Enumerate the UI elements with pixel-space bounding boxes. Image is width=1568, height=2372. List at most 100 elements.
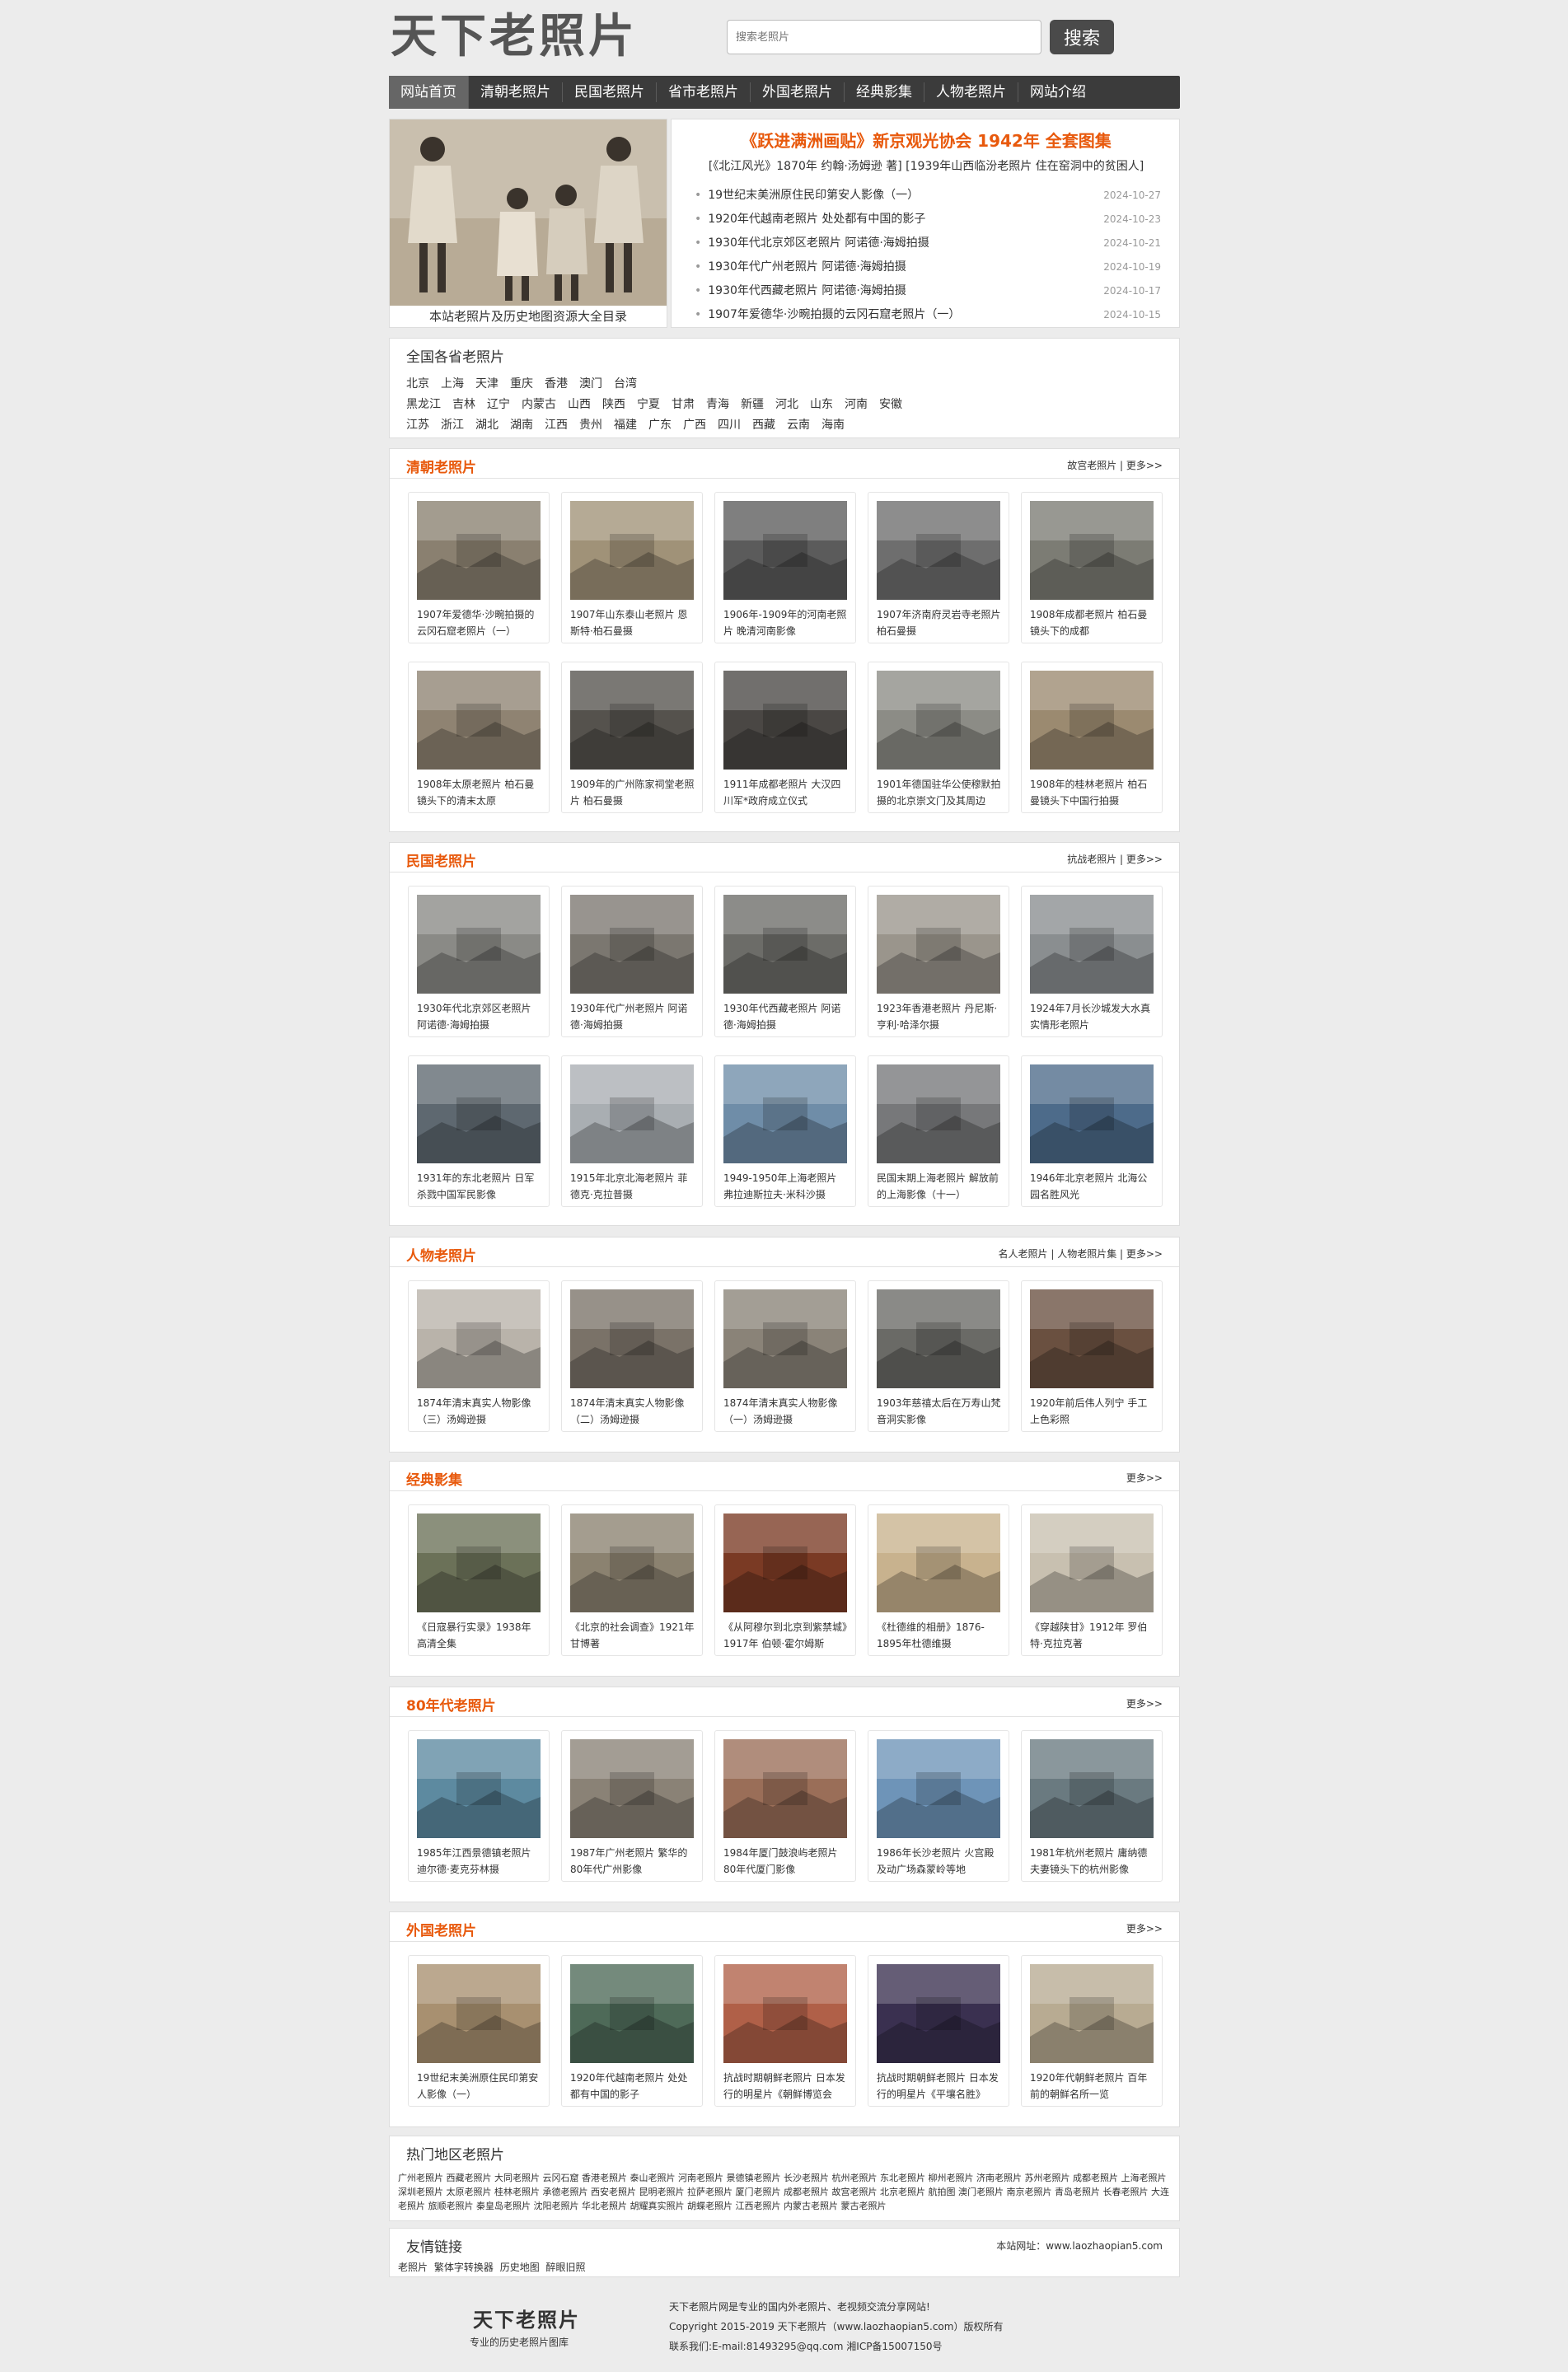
photo-card[interactable]: 1874年清末真实人物影像（一）汤姆逊摄 bbox=[714, 1280, 856, 1432]
section-title[interactable]: 人物老照片 bbox=[406, 1244, 476, 1265]
photo-caption[interactable]: 1911年成都老照片 大汉四川军*政府成立仪式 bbox=[723, 776, 849, 809]
province-link[interactable]: 河南 bbox=[845, 395, 868, 412]
province-link[interactable]: 浙江 bbox=[441, 416, 464, 433]
photo-thumbnail[interactable] bbox=[723, 671, 847, 770]
photo-card[interactable]: 抗战时期朝鲜老照片 日本发行的明星片《朝鲜博览会 bbox=[714, 1955, 856, 2107]
photo-thumbnail[interactable] bbox=[877, 1064, 1000, 1163]
province-link[interactable]: 新疆 bbox=[741, 395, 764, 412]
section-title[interactable]: 经典影集 bbox=[406, 1468, 462, 1489]
province-link[interactable]: 江苏 bbox=[406, 416, 429, 433]
photo-thumbnail[interactable] bbox=[723, 895, 847, 994]
province-link[interactable]: 台湾 bbox=[614, 375, 637, 391]
photo-thumbnail[interactable] bbox=[570, 895, 694, 994]
feature-caption[interactable]: 本站老照片及历史地图资源大全目录 bbox=[390, 306, 667, 327]
province-link[interactable]: 甘肃 bbox=[672, 395, 695, 412]
province-link[interactable]: 陕西 bbox=[602, 395, 625, 412]
news-title[interactable]: 1930年代西藏老照片 阿诺德·海姆拍摄 bbox=[695, 279, 906, 303]
photo-card[interactable]: 1920年代越南老照片 处处都有中国的影子 bbox=[561, 1955, 703, 2107]
photo-caption[interactable]: 1908年太原老照片 柏石曼镜头下的清末太原 bbox=[417, 776, 542, 809]
nav-item-minguo[interactable]: 民国老照片 bbox=[563, 82, 657, 102]
province-link[interactable]: 江西 bbox=[545, 416, 568, 433]
photo-thumbnail[interactable] bbox=[417, 671, 541, 770]
photo-card[interactable]: 1949-1950年上海老照片 弗拉迪斯拉夫·米科沙摄 bbox=[714, 1055, 856, 1207]
nav-item-province[interactable]: 省市老照片 bbox=[657, 82, 751, 102]
photo-thumbnail[interactable] bbox=[570, 1739, 694, 1838]
photo-thumbnail[interactable] bbox=[723, 1964, 847, 2063]
photo-card[interactable]: 1908年成都老照片 柏石曼镜头下的成都 bbox=[1021, 492, 1163, 643]
photo-thumbnail[interactable] bbox=[1030, 1739, 1154, 1838]
photo-card[interactable]: 1930年代广州老照片 阿诺德·海姆拍摄 bbox=[561, 886, 703, 1037]
province-link[interactable]: 香港 bbox=[545, 375, 568, 391]
province-link[interactable]: 青海 bbox=[706, 395, 729, 412]
nav-item-qing[interactable]: 清朝老照片 bbox=[469, 82, 563, 102]
photo-thumbnail[interactable] bbox=[1030, 671, 1154, 770]
photo-card[interactable]: 1874年清末真实人物影像（三）汤姆逊摄 bbox=[408, 1280, 550, 1432]
photo-caption[interactable]: 1930年代西藏老照片 阿诺德·海姆拍摄 bbox=[723, 1000, 849, 1033]
photo-card[interactable]: 1901年德国驻华公使穆默拍摄的北京崇文门及其周边 bbox=[868, 662, 1009, 813]
photo-caption[interactable]: 《从阿穆尔到北京到紫禁城》1917年 伯顿·霍尔姆斯 bbox=[723, 1619, 849, 1652]
photo-caption[interactable]: 《北京的社会调查》1921年 甘博著 bbox=[570, 1619, 695, 1652]
photo-caption[interactable]: 1923年香港老照片 丹尼斯·亨利·哈泽尔摄 bbox=[877, 1000, 1002, 1033]
photo-thumbnail[interactable] bbox=[1030, 895, 1154, 994]
photo-card[interactable]: 1924年7月长沙城发大水真实情形老照片 bbox=[1021, 886, 1163, 1037]
province-link[interactable]: 河北 bbox=[775, 395, 798, 412]
photo-thumbnail[interactable] bbox=[570, 1513, 694, 1612]
section-title[interactable]: 民国老照片 bbox=[406, 849, 476, 870]
photo-caption[interactable]: 1985年江西景德镇老照片 迪尔德·麦克芬林摄 bbox=[417, 1845, 542, 1878]
photo-card[interactable]: 民国末期上海老照片 解放前的上海影像（十一） bbox=[868, 1055, 1009, 1207]
nav-item-about[interactable]: 网站介绍 bbox=[1018, 82, 1098, 102]
photo-caption[interactable]: 1920年代朝鲜老照片 百年前的朝鲜名所一览 bbox=[1030, 2070, 1155, 2103]
photo-thumbnail[interactable] bbox=[417, 1064, 541, 1163]
news-headline[interactable]: 《跃进满洲画贴》新京观光协会 1942年 全套图集 bbox=[672, 128, 1181, 152]
photo-card[interactable]: 抗战时期朝鲜老照片 日本发行的明星片《平壤名胜》 bbox=[868, 1955, 1009, 2107]
province-link[interactable]: 内蒙古 bbox=[522, 395, 556, 412]
photo-caption[interactable]: 1901年德国驻华公使穆默拍摄的北京崇文门及其周边 bbox=[877, 776, 1002, 809]
photo-thumbnail[interactable] bbox=[417, 1289, 541, 1388]
photo-thumbnail[interactable] bbox=[877, 895, 1000, 994]
province-link[interactable]: 黑龙江 bbox=[406, 395, 441, 412]
nav-item-people[interactable]: 人物老照片 bbox=[924, 82, 1018, 102]
feature-panel[interactable]: 本站老照片及历史地图资源大全目录 bbox=[389, 119, 667, 328]
photo-thumbnail[interactable] bbox=[1030, 1964, 1154, 2063]
nav-item-foreign[interactable]: 外国老照片 bbox=[751, 82, 845, 102]
photo-caption[interactable]: 1984年厦门鼓浪屿老照片 80年代厦门影像 bbox=[723, 1845, 849, 1878]
news-item[interactable]: 19世纪末美洲原住民印第安人影像（一） 2024-10-27 bbox=[695, 184, 1161, 208]
photo-card[interactable]: 1915年北京北海老照片 菲德克·克拉普摄 bbox=[561, 1055, 703, 1207]
photo-caption[interactable]: 1986年长沙老照片 火宫殿及动广场森蒙岭等地 bbox=[877, 1845, 1002, 1878]
photo-caption[interactable]: 1907年济南府灵岩寺老照片 柏石曼摄 bbox=[877, 606, 1002, 639]
province-link[interactable]: 宁夏 bbox=[637, 395, 660, 412]
photo-card[interactable]: 1920年前后伟人列宁 手工上色彩照 bbox=[1021, 1280, 1163, 1432]
photo-thumbnail[interactable] bbox=[1030, 1513, 1154, 1612]
province-link[interactable]: 澳门 bbox=[579, 375, 602, 391]
photo-card[interactable]: 1981年杭州老照片 庸纳德夫妻镜头下的杭州影像 bbox=[1021, 1730, 1163, 1882]
province-link[interactable]: 湖南 bbox=[510, 416, 533, 433]
photo-thumbnail[interactable] bbox=[877, 1739, 1000, 1838]
friend-link[interactable]: 繁体字转换器 bbox=[434, 2262, 494, 2273]
section-title[interactable]: 80年代老照片 bbox=[406, 1694, 496, 1715]
photo-card[interactable]: 1908年的桂林老照片 柏石曼镜头下中国行拍摄 bbox=[1021, 662, 1163, 813]
section-more-link[interactable]: 更多>> bbox=[1126, 1921, 1163, 1935]
news-title[interactable]: 19世纪末美洲原住民印第安人影像（一） bbox=[695, 184, 919, 208]
photo-caption[interactable]: 1920年代越南老照片 处处都有中国的影子 bbox=[570, 2070, 695, 2103]
photo-card[interactable]: 1946年北京老照片 北海公园名胜风光 bbox=[1021, 1055, 1163, 1207]
photo-card[interactable]: 1923年香港老照片 丹尼斯·亨利·哈泽尔摄 bbox=[868, 886, 1009, 1037]
photo-caption[interactable]: 1981年杭州老照片 庸纳德夫妻镜头下的杭州影像 bbox=[1030, 1845, 1155, 1878]
section-title[interactable]: 清朝老照片 bbox=[406, 456, 476, 476]
photo-thumbnail[interactable] bbox=[723, 1064, 847, 1163]
news-title[interactable]: 1907年爱德华·沙畹拍摄的云冈石窟老照片（一） bbox=[695, 303, 960, 327]
province-link[interactable]: 湖北 bbox=[475, 416, 498, 433]
province-link[interactable]: 安徽 bbox=[879, 395, 902, 412]
province-link[interactable]: 广东 bbox=[648, 416, 672, 433]
photo-caption[interactable]: 1949-1950年上海老照片 弗拉迪斯拉夫·米科沙摄 bbox=[723, 1170, 849, 1203]
photo-card[interactable]: 1985年江西景德镇老照片 迪尔德·麦克芬林摄 bbox=[408, 1730, 550, 1882]
photo-thumbnail[interactable] bbox=[723, 501, 847, 600]
photo-thumbnail[interactable] bbox=[417, 1513, 541, 1612]
photo-card[interactable]: 1907年山东泰山老照片 恩斯特·柏石曼摄 bbox=[561, 492, 703, 643]
province-link[interactable]: 北京 bbox=[406, 375, 429, 391]
photo-card[interactable]: 《北京的社会调查》1921年 甘博著 bbox=[561, 1504, 703, 1656]
section-more-link[interactable]: 更多>> bbox=[1126, 1696, 1163, 1710]
news-item[interactable]: 1930年代西藏老照片 阿诺德·海姆拍摄 2024-10-17 bbox=[695, 279, 1161, 303]
photo-thumbnail[interactable] bbox=[570, 1289, 694, 1388]
photo-caption[interactable]: 1908年成都老照片 柏石曼镜头下的成都 bbox=[1030, 606, 1155, 639]
photo-caption[interactable]: 1908年的桂林老照片 柏石曼镜头下中国行拍摄 bbox=[1030, 776, 1155, 809]
